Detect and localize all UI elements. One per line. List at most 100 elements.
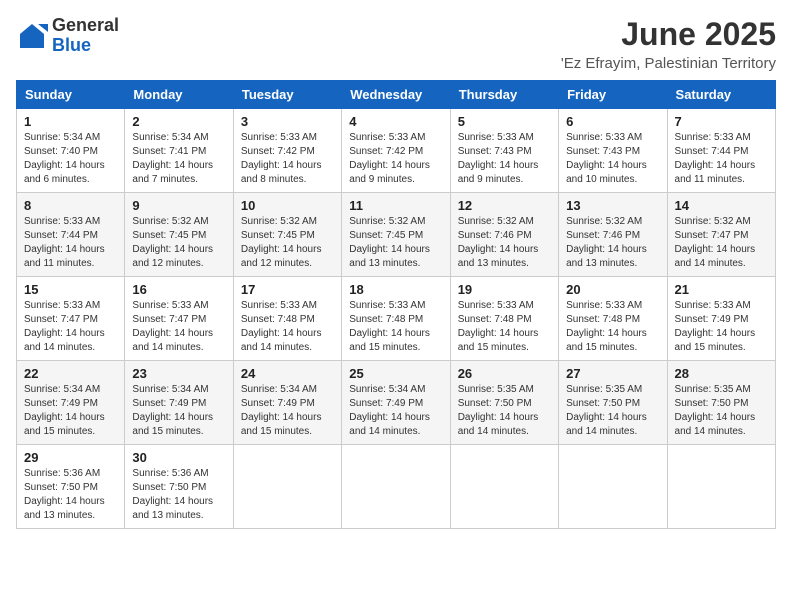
day-cell-11: 11Sunrise: 5:32 AMSunset: 7:45 PMDayligh… bbox=[342, 193, 450, 277]
day-info: Sunrise: 5:34 AMSunset: 7:49 PMDaylight:… bbox=[132, 383, 225, 439]
day-number: 2 bbox=[132, 114, 225, 129]
day-info: Sunrise: 5:32 AMSunset: 7:45 PMDaylight:… bbox=[349, 215, 442, 271]
day-info: Sunrise: 5:33 AMSunset: 7:42 PMDaylight:… bbox=[241, 131, 334, 187]
day-number: 23 bbox=[132, 366, 225, 381]
header-cell-monday: Monday bbox=[125, 81, 233, 109]
header-cell-wednesday: Wednesday bbox=[342, 81, 450, 109]
day-number: 13 bbox=[566, 198, 659, 213]
day-number: 20 bbox=[566, 282, 659, 297]
day-cell-1: 1 Sunrise: 5:34 AMSunset: 7:40 PMDaylight… bbox=[17, 109, 125, 193]
day-number: 10 bbox=[241, 198, 334, 213]
day-number: 28 bbox=[675, 366, 768, 381]
day-cell-7: 7 Sunrise: 5:33 AMSunset: 7:44 PMDaylight… bbox=[667, 109, 775, 193]
day-cell-14: 14 Sunrise: 5:32 AMSunset: 7:47 PMDayligh… bbox=[667, 193, 775, 277]
day-cell-21: 21 Sunrise: 5:33 AMSunset: 7:49 PMDayligh… bbox=[667, 277, 775, 361]
logo-icon bbox=[16, 20, 48, 52]
day-number: 9 bbox=[132, 198, 225, 213]
day-number: 4 bbox=[349, 114, 442, 129]
day-number: 22 bbox=[24, 366, 117, 381]
day-info: Sunrise: 5:33 AMSunset: 7:47 PMDaylight:… bbox=[132, 299, 225, 355]
day-cell-13: 13 Sunrise: 5:32 AMSunset: 7:46 PMDayligh… bbox=[559, 193, 667, 277]
day-number: 5 bbox=[458, 114, 551, 129]
day-info: Sunrise: 5:33 AMSunset: 7:44 PMDaylight:… bbox=[675, 131, 768, 187]
day-cell-30: 30Sunrise: 5:36 AMSunset: 7:50 PMDayligh… bbox=[125, 445, 233, 529]
logo-blue: Blue bbox=[52, 36, 119, 56]
day-info: Sunrise: 5:35 AMSunset: 7:50 PMDaylight:… bbox=[458, 383, 551, 439]
day-cell-17: 17Sunrise: 5:33 AMSunset: 7:48 PMDayligh… bbox=[233, 277, 341, 361]
day-number: 29 bbox=[24, 450, 117, 465]
day-number: 24 bbox=[241, 366, 334, 381]
empty-cell bbox=[450, 445, 558, 529]
day-info: Sunrise: 5:32 AMSunset: 7:47 PMDaylight:… bbox=[675, 215, 768, 271]
calendar-subtitle: 'Ez Efrayim, Palestinian Territory bbox=[561, 55, 776, 72]
day-number: 21 bbox=[675, 282, 768, 297]
day-number: 14 bbox=[675, 198, 768, 213]
calendar-title: June 2025 bbox=[561, 16, 776, 53]
empty-cell bbox=[667, 445, 775, 529]
day-info: Sunrise: 5:32 AMSunset: 7:45 PMDaylight:… bbox=[241, 215, 334, 271]
day-number: 7 bbox=[675, 114, 768, 129]
day-info: Sunrise: 5:33 AMSunset: 7:43 PMDaylight:… bbox=[566, 131, 659, 187]
day-info: Sunrise: 5:36 AMSunset: 7:50 PMDaylight:… bbox=[24, 467, 117, 523]
day-info: Sunrise: 5:34 AMSunset: 7:49 PMDaylight:… bbox=[349, 383, 442, 439]
day-info: Sunrise: 5:34 AMSunset: 7:40 PMDaylight:… bbox=[24, 131, 117, 187]
day-number: 1 bbox=[24, 114, 117, 129]
day-number: 27 bbox=[566, 366, 659, 381]
empty-cell bbox=[233, 445, 341, 529]
day-cell-5: 5 Sunrise: 5:33 AMSunset: 7:43 PMDaylight… bbox=[450, 109, 558, 193]
day-cell-25: 25 Sunrise: 5:34 AMSunset: 7:49 PMDayligh… bbox=[342, 361, 450, 445]
day-number: 30 bbox=[132, 450, 225, 465]
day-cell-20: 20 Sunrise: 5:33 AMSunset: 7:48 PMDayligh… bbox=[559, 277, 667, 361]
day-info: Sunrise: 5:35 AMSunset: 7:50 PMDaylight:… bbox=[566, 383, 659, 439]
header-cell-saturday: Saturday bbox=[667, 81, 775, 109]
day-number: 6 bbox=[566, 114, 659, 129]
day-cell-15: 15Sunrise: 5:33 AMSunset: 7:47 PMDayligh… bbox=[17, 277, 125, 361]
day-number: 19 bbox=[458, 282, 551, 297]
logo-text: General Blue bbox=[52, 16, 119, 56]
day-info: Sunrise: 5:33 AMSunset: 7:48 PMDaylight:… bbox=[566, 299, 659, 355]
calendar-table: SundayMondayTuesdayWednesdayThursdayFrid… bbox=[16, 80, 776, 529]
day-cell-12: 12Sunrise: 5:32 AMSunset: 7:46 PMDayligh… bbox=[450, 193, 558, 277]
day-info: Sunrise: 5:33 AMSunset: 7:47 PMDaylight:… bbox=[24, 299, 117, 355]
day-info: Sunrise: 5:32 AMSunset: 7:46 PMDaylight:… bbox=[566, 215, 659, 271]
day-info: Sunrise: 5:35 AMSunset: 7:50 PMDaylight:… bbox=[675, 383, 768, 439]
day-info: Sunrise: 5:33 AMSunset: 7:48 PMDaylight:… bbox=[241, 299, 334, 355]
logo-general: General bbox=[52, 16, 119, 36]
day-info: Sunrise: 5:33 AMSunset: 7:42 PMDaylight:… bbox=[349, 131, 442, 187]
day-cell-9: 9 Sunrise: 5:32 AMSunset: 7:45 PMDaylight… bbox=[125, 193, 233, 277]
day-info: Sunrise: 5:33 AMSunset: 7:43 PMDaylight:… bbox=[458, 131, 551, 187]
day-cell-3: 3Sunrise: 5:33 AMSunset: 7:42 PMDaylight… bbox=[233, 109, 341, 193]
day-info: Sunrise: 5:33 AMSunset: 7:48 PMDaylight:… bbox=[458, 299, 551, 355]
header: General Blue June 2025 'Ez Efrayim, Pale… bbox=[16, 16, 776, 72]
day-info: Sunrise: 5:34 AMSunset: 7:41 PMDaylight:… bbox=[132, 131, 225, 187]
day-number: 16 bbox=[132, 282, 225, 297]
day-number: 26 bbox=[458, 366, 551, 381]
week-row-4: 22 Sunrise: 5:34 AMSunset: 7:49 PMDayligh… bbox=[17, 361, 776, 445]
day-number: 18 bbox=[349, 282, 442, 297]
day-info: Sunrise: 5:33 AMSunset: 7:44 PMDaylight:… bbox=[24, 215, 117, 271]
day-cell-16: 16 Sunrise: 5:33 AMSunset: 7:47 PMDayligh… bbox=[125, 277, 233, 361]
week-row-5: 29 Sunrise: 5:36 AMSunset: 7:50 PMDayligh… bbox=[17, 445, 776, 529]
day-cell-29: 29 Sunrise: 5:36 AMSunset: 7:50 PMDayligh… bbox=[17, 445, 125, 529]
header-cell-sunday: Sunday bbox=[17, 81, 125, 109]
empty-cell bbox=[342, 445, 450, 529]
day-cell-2: 2 Sunrise: 5:34 AMSunset: 7:41 PMDaylight… bbox=[125, 109, 233, 193]
header-cell-friday: Friday bbox=[559, 81, 667, 109]
day-info: Sunrise: 5:33 AMSunset: 7:48 PMDaylight:… bbox=[349, 299, 442, 355]
day-cell-8: 8Sunrise: 5:33 AMSunset: 7:44 PMDaylight… bbox=[17, 193, 125, 277]
day-info: Sunrise: 5:33 AMSunset: 7:49 PMDaylight:… bbox=[675, 299, 768, 355]
day-cell-24: 24Sunrise: 5:34 AMSunset: 7:49 PMDayligh… bbox=[233, 361, 341, 445]
day-cell-18: 18 Sunrise: 5:33 AMSunset: 7:48 PMDayligh… bbox=[342, 277, 450, 361]
logo: General Blue bbox=[16, 16, 119, 56]
day-cell-27: 27 Sunrise: 5:35 AMSunset: 7:50 PMDayligh… bbox=[559, 361, 667, 445]
day-info: Sunrise: 5:32 AMSunset: 7:45 PMDaylight:… bbox=[132, 215, 225, 271]
day-cell-4: 4 Sunrise: 5:33 AMSunset: 7:42 PMDaylight… bbox=[342, 109, 450, 193]
week-row-2: 8Sunrise: 5:33 AMSunset: 7:44 PMDaylight… bbox=[17, 193, 776, 277]
day-number: 12 bbox=[458, 198, 551, 213]
day-cell-26: 26 Sunrise: 5:35 AMSunset: 7:50 PMDayligh… bbox=[450, 361, 558, 445]
header-cell-tuesday: Tuesday bbox=[233, 81, 341, 109]
header-cell-thursday: Thursday bbox=[450, 81, 558, 109]
day-cell-19: 19 Sunrise: 5:33 AMSunset: 7:48 PMDayligh… bbox=[450, 277, 558, 361]
day-number: 25 bbox=[349, 366, 442, 381]
title-area: June 2025 'Ez Efrayim, Palestinian Terri… bbox=[561, 16, 776, 72]
